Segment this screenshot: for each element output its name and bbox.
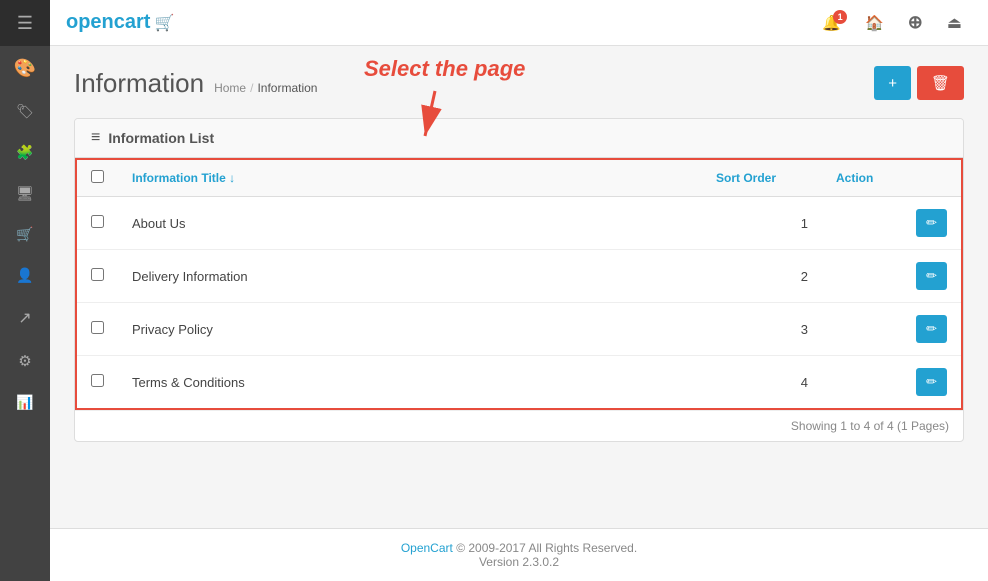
information-card: ≡ Information List Information Title ↓ S… (74, 118, 964, 442)
footer: OpenCart © 2009-2017 All Rights Reserved… (50, 528, 988, 581)
page-title: Information (74, 68, 204, 99)
tag-icon[interactable]: 🏷 (0, 91, 50, 132)
logout-icon: ⏏ (947, 15, 962, 32)
add-button[interactable]: + (874, 66, 911, 100)
edit-button[interactable]: ✏ (916, 368, 947, 396)
main-content: opencart 🛒 🔔 1 🏠 ⊕ ⏏ Information (50, 0, 988, 581)
home-button[interactable]: 🏠 (855, 8, 894, 38)
gear-icon[interactable]: ⚙ (0, 340, 50, 382)
logo: opencart 🛒 (66, 11, 174, 34)
help-icon: ⊕ (908, 12, 923, 32)
card-header-title: Information List (108, 130, 214, 146)
breadcrumb-current: Information (257, 81, 317, 95)
menu-icon: ☰ (17, 13, 33, 34)
table-row: About Us 1 ✏ (76, 197, 962, 250)
notification-badge: 1 (833, 10, 847, 24)
logo-text: opencart (66, 11, 150, 34)
home-icon: 🏠 (865, 15, 884, 32)
row-title: Delivery Information (118, 250, 702, 303)
row-sort-order: 2 (702, 250, 822, 303)
topbar: opencart 🛒 🔔 1 🏠 ⊕ ⏏ (50, 0, 988, 46)
breadcrumb-separator: / (250, 81, 253, 95)
page-header: Information Home / Information Select th… (74, 66, 964, 100)
row-sort-order: 1 (702, 197, 822, 250)
help-button[interactable]: ⊕ (898, 6, 933, 39)
row-action: ✏ (822, 356, 962, 410)
page-title-area: Information Home / Information (74, 68, 317, 99)
table-header-row: Information Title ↓ Sort Order Action (76, 159, 962, 197)
table-body: About Us 1 ✏ Delivery Information 2 ✏ Pr… (76, 197, 962, 410)
edit-button[interactable]: ✏ (916, 262, 947, 290)
annotation-text: Select the page (364, 56, 525, 82)
th-title[interactable]: Information Title ↓ (118, 159, 702, 197)
puzzle-icon[interactable]: 🧩 (0, 132, 50, 173)
pagination-info: Showing 1 to 4 of 4 (1 Pages) (75, 410, 963, 441)
sidebar-toggle[interactable]: ☰ (0, 0, 50, 46)
select-all-checkbox[interactable] (91, 170, 104, 183)
footer-line1: OpenCart © 2009-2017 All Rights Reserved… (62, 541, 976, 555)
share-icon[interactable]: ↗ (0, 296, 50, 340)
row-checkbox[interactable] (91, 374, 104, 387)
topbar-right: 🔔 1 🏠 ⊕ ⏏ (812, 6, 972, 39)
row-checkbox-cell (76, 197, 118, 250)
table-row: Delivery Information 2 ✏ (76, 250, 962, 303)
row-title: Privacy Policy (118, 303, 702, 356)
footer-copyright: © 2009-2017 All Rights Reserved. (456, 541, 637, 555)
logo-cart-icon: 🛒 (154, 13, 174, 33)
people-icon[interactable]: 👤 (0, 255, 50, 296)
row-action: ✏ (822, 250, 962, 303)
information-table: Information Title ↓ Sort Order Action Ab… (75, 158, 963, 410)
breadcrumb-home[interactable]: Home (214, 81, 246, 95)
row-sort-order: 4 (702, 356, 822, 410)
th-action: Action (822, 159, 962, 197)
footer-brand-link[interactable]: OpenCart (401, 541, 453, 555)
table-row: Privacy Policy 3 ✏ (76, 303, 962, 356)
row-checkbox-cell (76, 303, 118, 356)
chart-icon[interactable]: 📊 (0, 382, 50, 423)
th-checkbox (76, 159, 118, 197)
row-checkbox[interactable] (91, 321, 104, 334)
row-title: About Us (118, 197, 702, 250)
row-action: ✏ (822, 197, 962, 250)
row-checkbox-cell (76, 356, 118, 410)
delete-button[interactable]: 🗑 (917, 66, 964, 100)
page-area: Information Home / Information Select th… (50, 46, 988, 528)
row-action: ✏ (822, 303, 962, 356)
edit-button[interactable]: ✏ (916, 209, 947, 237)
logout-button[interactable]: ⏏ (937, 7, 972, 39)
notification-button[interactable]: 🔔 1 (812, 8, 851, 38)
card-header: ≡ Information List (75, 119, 963, 158)
page-actions: + 🗑 (874, 66, 964, 100)
list-icon: ≡ (91, 129, 100, 147)
palette-icon[interactable]: 🎨 (0, 46, 50, 91)
row-checkbox-cell (76, 250, 118, 303)
cart-icon[interactable]: 🛒 (0, 214, 50, 255)
th-sort-order: Sort Order (702, 159, 822, 197)
edit-button[interactable]: ✏ (916, 315, 947, 343)
trash-icon: 🗑 (931, 75, 950, 92)
breadcrumb: Home / Information (214, 81, 317, 95)
row-title: Terms & Conditions (118, 356, 702, 410)
row-checkbox[interactable] (91, 215, 104, 228)
row-sort-order: 3 (702, 303, 822, 356)
page-header-wrapper: Information Home / Information Select th… (74, 66, 964, 100)
table-row: Terms & Conditions 4 ✏ (76, 356, 962, 410)
row-checkbox[interactable] (91, 268, 104, 281)
footer-version: Version 2.3.0.2 (62, 555, 976, 569)
sidebar: ☰ 🎨 🏷 🧩 🖥 🛒 👤 ↗ ⚙ 📊 (0, 0, 50, 581)
monitor-icon[interactable]: 🖥 (0, 173, 50, 214)
